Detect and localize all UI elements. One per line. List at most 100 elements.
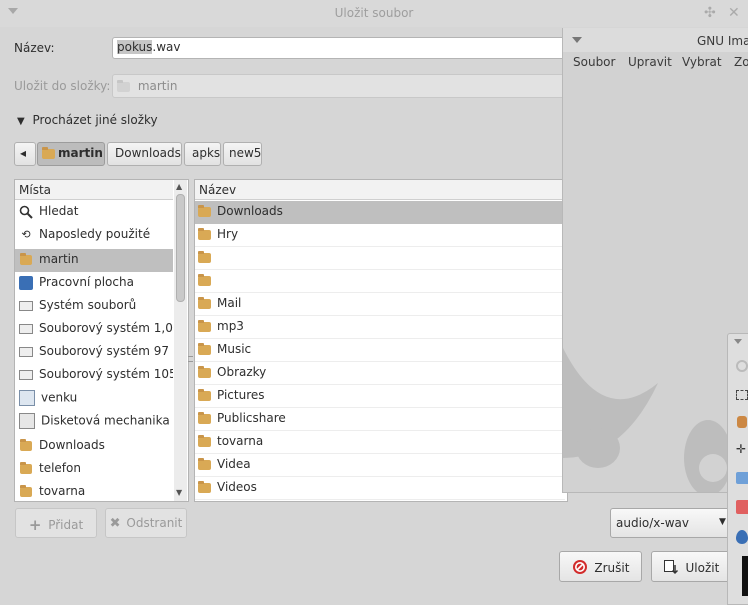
place-item-floppy[interactable]: Disketová mechanika [15,410,173,433]
file-row-hry[interactable]: Hry [195,224,565,247]
toolbox-menu-icon[interactable] [734,339,742,344]
place-label: martin [39,252,79,266]
gimp-window-menu-icon[interactable] [572,37,582,43]
smudge-tool-icon[interactable] [736,530,748,544]
move-tool-icon[interactable]: ✛ [736,442,746,456]
file-type-filter-value: audio/x-wav [616,516,689,530]
save-button[interactable]: Uložit [651,551,731,582]
gimp-menu-zobrazit[interactable]: Zo [734,55,748,69]
place-item-recent[interactable]: ⟲ Naposledy použité [15,224,173,247]
path-button-label: apks [192,146,221,160]
save-in-label: Uložit do složky: [14,79,111,93]
remove-bookmark-button[interactable]: ✖ Odstranit [105,508,187,538]
file-label: Mail [217,296,242,310]
file-label: Publicshare [217,411,286,425]
scroll-up-icon[interactable]: ▲ [176,182,182,191]
desktop-icon [19,275,33,290]
path-button-apks[interactable]: apks [184,142,221,166]
folder-icon [198,365,211,378]
dialog-titlebar: Uložit soubor ✣ ✕ [0,0,748,27]
drive-icon [19,346,33,357]
places-scroll-thumb[interactable] [176,194,185,302]
place-item-martin[interactable]: martin [15,249,173,272]
places-panel: Místa Hledat ⟲ Naposledy použité martin P… [14,179,189,502]
add-bookmark-button[interactable]: + Přidat [15,508,97,538]
places-header[interactable]: Místa [15,180,173,200]
place-item-telefon[interactable]: telefon [15,458,173,481]
cancel-button[interactable]: Zrušit [559,551,642,582]
place-label: Disketová mechanika [41,413,170,428]
file-type-filter[interactable]: audio/x-wav ▼ [610,508,735,538]
file-row-tovarna[interactable]: tovarna [195,431,565,454]
maximize-icon[interactable]: ✣ [704,5,716,21]
file-row-unnamed-2[interactable] [195,270,565,293]
folder-icon [198,296,211,309]
place-item-fs-105[interactable]: Souborový systém 105... [15,364,173,387]
place-label: venku [41,390,78,405]
file-row-music[interactable]: Music [195,339,565,362]
gimp-menu-soubor[interactable]: Soubor [573,55,615,69]
place-item-tovarna[interactable]: tovarna [15,481,173,501]
file-row-mp3[interactable]: mp3 [195,316,565,339]
filename-selected-text: pokus [117,40,153,54]
place-label: Souborový systém 97 GB [39,344,173,358]
file-label: Music [217,342,252,356]
close-icon[interactable]: ✕ [728,5,740,21]
transform-tool-icon[interactable] [736,472,748,484]
ellipse-select-tool-icon[interactable] [736,360,748,372]
crop-tool-icon[interactable] [736,500,748,514]
folder-icon [198,319,211,332]
place-item-desktop[interactable]: Pracovní plocha [15,272,173,295]
path-button-label: Downloads [115,146,181,160]
file-row-mail[interactable]: Mail [195,293,565,316]
files-panel: Název Downloads Hry Mail mp3 Music Obraz… [194,179,568,502]
place-item-search[interactable]: Hledat [15,201,173,224]
videos-folder-icon [198,480,211,493]
path-button-martin[interactable]: martin [37,142,105,166]
place-item-fs-1tb[interactable]: Souborový systém 1,0 TB [15,318,173,341]
file-row-videos[interactable]: Videos [195,477,565,500]
file-row-unnamed-1[interactable] [195,247,565,270]
scroll-down-icon[interactable]: ▼ [176,488,182,497]
filename-input[interactable]: pokus.wav [112,37,572,59]
dropdown-arrow-icon: ▼ [719,517,726,527]
path-button-new5[interactable]: new5 [223,142,262,166]
search-icon [19,205,33,219]
place-item-venku[interactable]: venku [15,387,173,410]
place-item-filesystem[interactable]: Systém souborů [15,295,173,318]
gimp-toolbox[interactable]: ✛ [727,333,748,605]
file-label: Hry [217,227,239,241]
file-label: Obrazky [217,365,267,379]
file-row-downloads[interactable]: Downloads [195,201,565,224]
place-item-downloads[interactable]: Downloads [15,435,173,458]
file-row-pictures[interactable]: Pictures [195,385,565,408]
folder-icon [19,461,33,476]
gimp-title: GNU Ima [697,34,748,48]
file-label: Videos [217,480,257,494]
folder-icon [117,79,130,92]
file-row-obrazky[interactable]: Obrazky [195,362,565,385]
file-label: Downloads [217,204,283,218]
pane-resize-handle[interactable] [188,356,193,362]
browse-expander[interactable]: ▼ Procházet jiné složky [17,113,158,127]
file-label: tovarna [217,434,264,448]
filename-label: Název: [14,41,55,55]
folder-icon [198,227,211,240]
foreground-color-swatch[interactable] [742,556,748,596]
gimp-menu-vybrat[interactable]: Vybrat [682,55,722,69]
gimp-menu-upravit[interactable]: Upravit [628,55,672,69]
place-item-fs-97gb[interactable]: Souborový systém 97 GB [15,341,173,364]
place-label: telefon [39,461,81,475]
remove-x-icon: ✖ [109,516,121,531]
rect-select-tool-icon[interactable] [736,390,748,400]
fuzzy-select-tool-icon[interactable] [737,416,747,428]
add-bookmark-label: Přidat [48,518,84,532]
places-scrollbar[interactable]: ▲ ▼ [174,180,187,501]
path-back-button[interactable]: ◂ [14,142,36,166]
path-button-downloads[interactable]: Downloads [107,142,182,166]
file-row-videa[interactable]: Videa [195,454,565,477]
gimp-window[interactable]: GNU Ima Soubor Upravit Vybrat Zo [562,28,748,493]
music-folder-icon [198,342,211,355]
file-row-publicshare[interactable]: Publicshare [195,408,565,431]
files-name-header[interactable]: Název [195,180,567,200]
